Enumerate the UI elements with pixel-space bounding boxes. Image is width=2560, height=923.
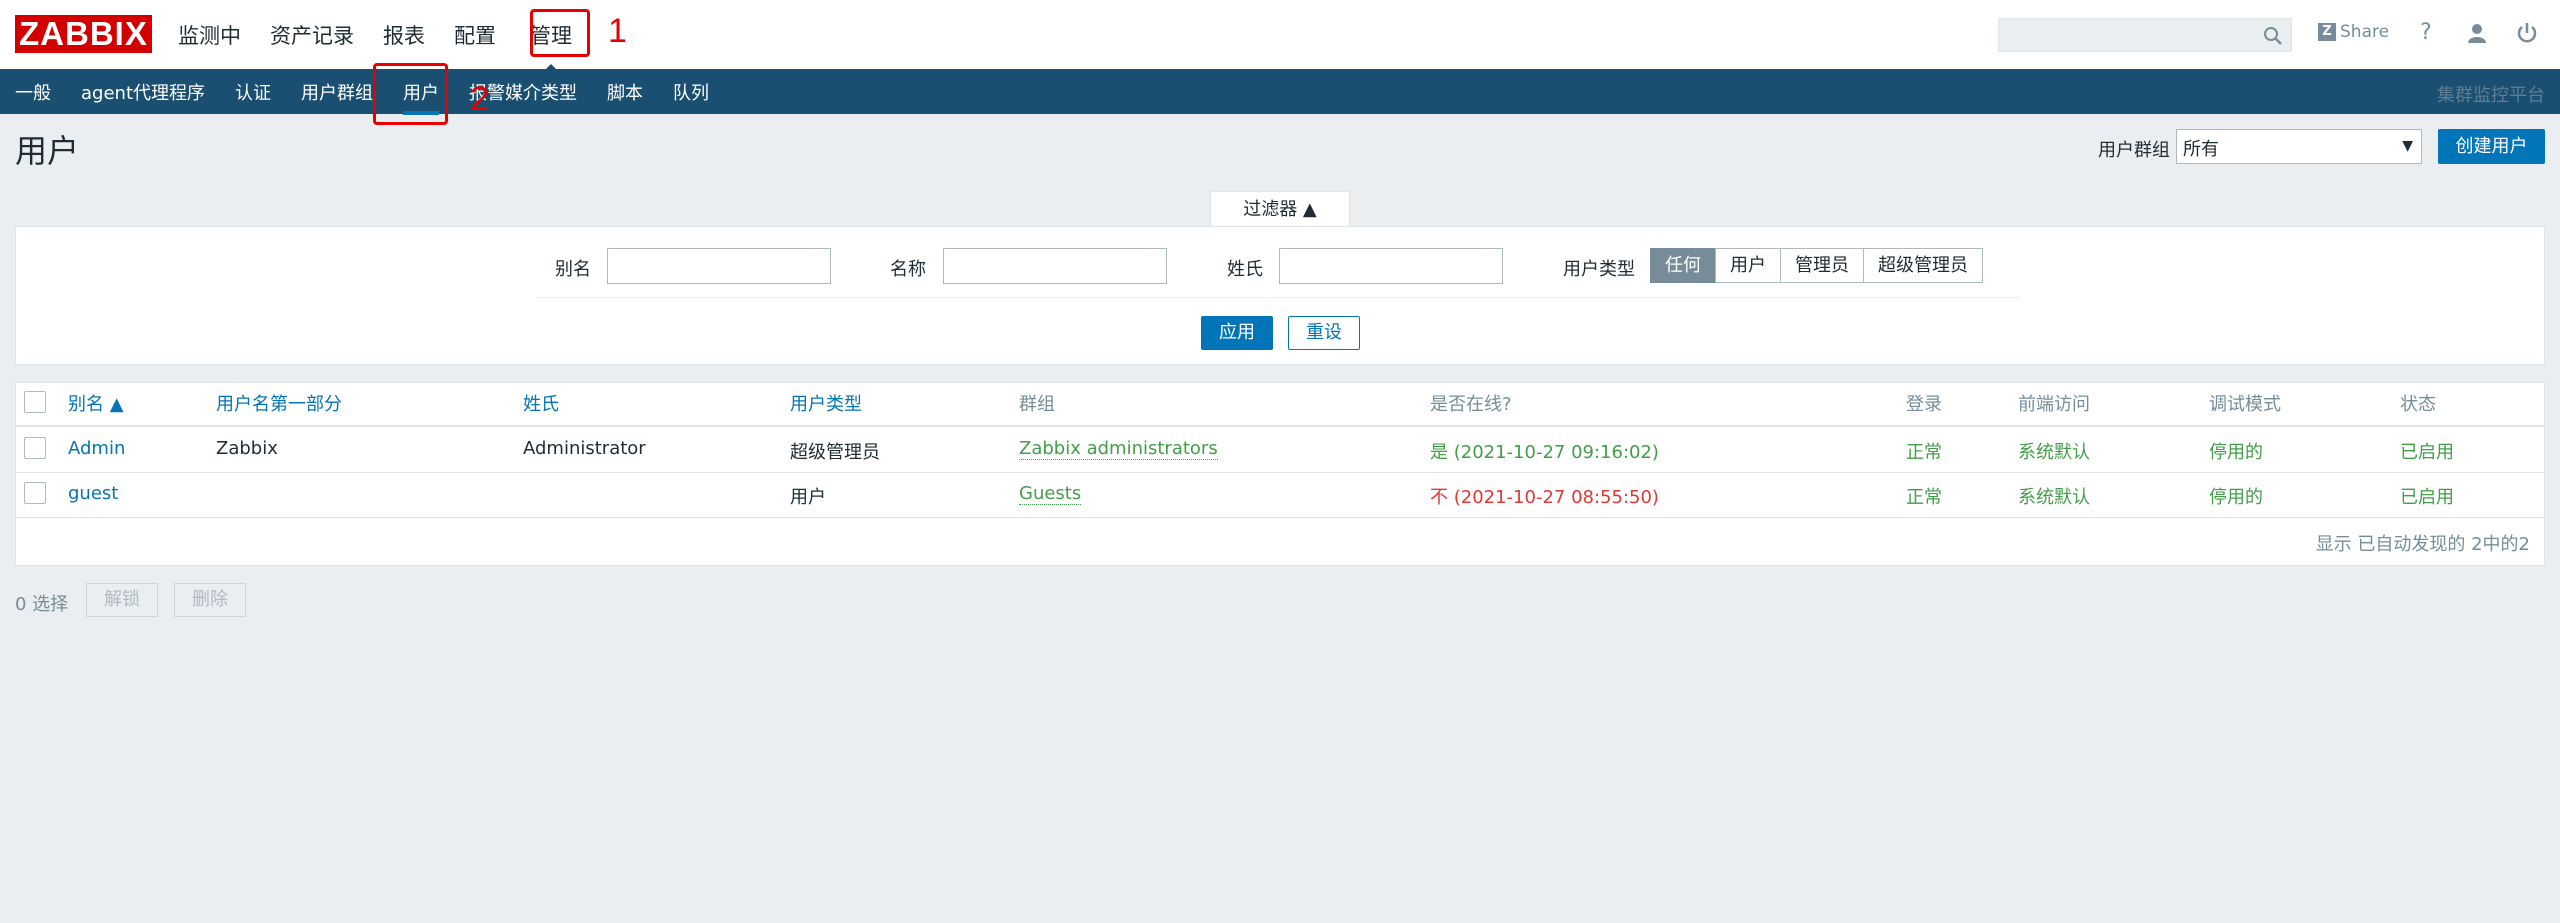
col-status: 状态 <box>2400 394 2436 415</box>
reset-button[interactable]: 重设 <box>1288 316 1360 350</box>
name-input[interactable] <box>943 248 1167 284</box>
top-header: ZABBIX 监测中 资产记录 报表 配置 管理 Z Share ? <box>0 0 2560 73</box>
filter-divider <box>537 297 2020 298</box>
row-frontend-access: 系统默认 <box>2018 442 2090 463</box>
user-group-value: 所有 <box>2183 139 2219 160</box>
annotation-number-1: 1 <box>608 12 627 50</box>
search-icon[interactable] <box>2263 26 2283 46</box>
row-debug-mode: 停用的 <box>2209 487 2263 508</box>
share-label: Share <box>2340 22 2390 42</box>
subnav-general[interactable]: 一般 <box>15 79 51 105</box>
row-user-type: 用户 <box>790 487 826 508</box>
annotation-box-2 <box>373 63 448 125</box>
subnav-proxies[interactable]: agent代理程序 <box>81 79 205 105</box>
user-group-select[interactable]: 所有 ▼ <box>2176 129 2422 164</box>
annotation-box-1 <box>530 9 590 57</box>
selected-count: 0 选择 <box>15 594 69 615</box>
nav-reports[interactable]: 报表 <box>383 20 425 50</box>
row-login: 正常 <box>1906 487 1942 508</box>
user-type-admin[interactable]: 管理员 <box>1780 248 1864 283</box>
share-button[interactable]: Z Share <box>2318 22 2389 42</box>
subnav-scripts[interactable]: 脚本 <box>607 79 643 105</box>
user-type-user[interactable]: 用户 <box>1715 248 1781 283</box>
row-online-status: 是 (2021-10-27 09:16:02) <box>1430 442 1659 463</box>
row-status-link[interactable]: 已启用 <box>2400 483 2454 509</box>
zabbix-share-icon: Z <box>2318 23 2336 41</box>
col-debug-mode: 调试模式 <box>2209 394 2281 415</box>
row-surname: Administrator <box>523 438 646 459</box>
col-login: 登录 <box>1906 394 1942 415</box>
users-table <box>15 382 2545 566</box>
help-icon[interactable]: ? <box>2413 20 2439 46</box>
subnav-user-groups[interactable]: 用户群组 <box>301 79 373 105</box>
apply-button[interactable]: 应用 <box>1201 316 1273 350</box>
row-group-link[interactable]: Guests <box>1019 483 1082 505</box>
row-divider <box>15 517 2545 518</box>
create-user-button[interactable]: 创建用户 <box>2438 129 2545 164</box>
subnav-authentication[interactable]: 认证 <box>235 79 271 105</box>
user-type-label: 用户类型 <box>1563 259 1635 280</box>
row-debug-mode: 停用的 <box>2209 442 2263 463</box>
row-user-type: 超级管理员 <box>790 442 880 463</box>
row-checkbox[interactable] <box>24 437 46 459</box>
col-user-type[interactable]: 用户类型 <box>790 390 862 416</box>
power-icon[interactable] <box>2514 20 2540 46</box>
server-name: 集群监控平台 <box>2437 85 2545 106</box>
nav-inventory[interactable]: 资产记录 <box>270 20 354 50</box>
nav-configuration[interactable]: 配置 <box>454 20 496 50</box>
nav-monitoring[interactable]: 监测中 <box>178 20 241 50</box>
search-input[interactable] <box>1998 18 2292 52</box>
surname-input[interactable] <box>1279 248 1503 284</box>
col-alias[interactable]: 别名 ▲ <box>68 390 124 416</box>
row-status-link[interactable]: 已启用 <box>2400 438 2454 464</box>
name-label: 名称 <box>890 259 926 280</box>
user-type-any[interactable]: 任何 <box>1650 248 1716 283</box>
filter-toggle-tab[interactable]: 过滤器 ▲ <box>1210 191 1350 227</box>
col-frontend-access: 前端访问 <box>2018 394 2090 415</box>
unblock-button[interactable]: 解锁 <box>86 583 158 617</box>
col-surname[interactable]: 姓氏 <box>523 390 559 416</box>
annotation-number-2: 2 <box>470 80 489 118</box>
user-type-super-admin[interactable]: 超级管理员 <box>1863 248 1983 283</box>
row-login: 正常 <box>1906 442 1942 463</box>
alias-input[interactable] <box>607 248 831 284</box>
header-divider <box>15 425 2545 427</box>
row-online-status: 不 (2021-10-27 08:55:50) <box>1430 487 1659 508</box>
row-frontend-access: 系统默认 <box>2018 487 2090 508</box>
subnav-queue[interactable]: 队列 <box>673 79 709 105</box>
col-groups: 群组 <box>1019 394 1055 415</box>
filter-panel <box>15 226 2545 365</box>
row-name: Zabbix <box>216 438 278 459</box>
row-checkbox[interactable] <box>24 482 46 504</box>
zabbix-logo[interactable]: ZABBIX <box>15 15 152 53</box>
user-profile-icon[interactable] <box>2464 20 2490 46</box>
col-online: 是否在线? <box>1430 394 1512 415</box>
row-divider <box>15 472 2545 473</box>
surname-label: 姓氏 <box>1227 259 1263 280</box>
delete-button[interactable]: 删除 <box>174 583 246 617</box>
row-group-link[interactable]: Zabbix administrators <box>1019 438 1218 460</box>
select-all-checkbox[interactable] <box>24 391 46 413</box>
user-type-segmented: 任何 用户 管理员 超级管理员 <box>1650 248 1983 283</box>
table-summary: 显示 已自动发现的 2中的2 <box>2315 534 2530 555</box>
alias-label: 别名 <box>555 259 591 280</box>
page-title: 用户 <box>15 132 80 170</box>
row-alias-link[interactable]: Admin <box>68 438 125 459</box>
row-alias-link[interactable]: guest <box>68 483 118 504</box>
user-group-label: 用户群组 <box>2098 140 2170 161</box>
chevron-down-icon: ▼ <box>2402 138 2413 154</box>
col-name[interactable]: 用户名第一部分 <box>216 390 342 416</box>
